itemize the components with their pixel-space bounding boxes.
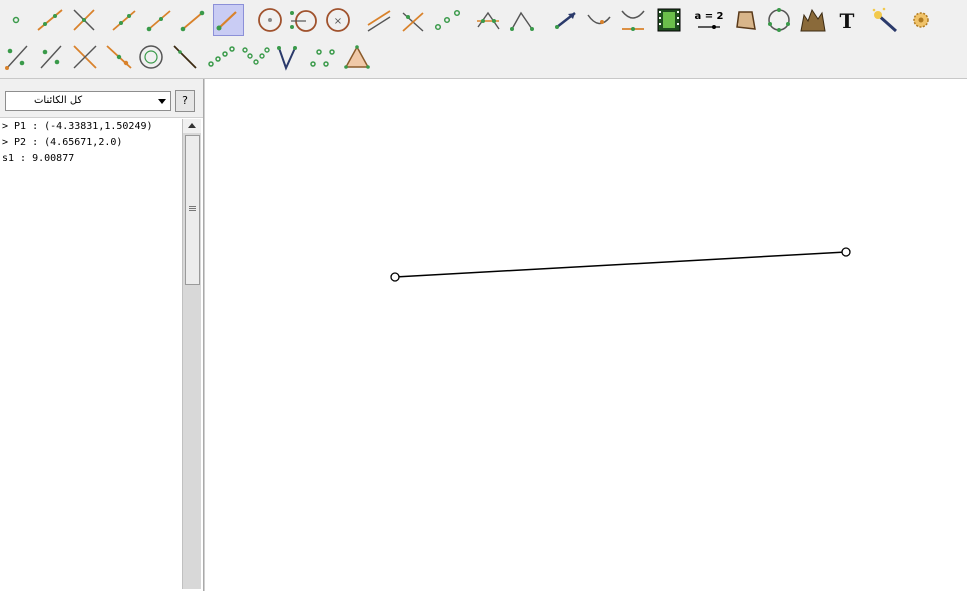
circle-center-radius-icon[interactable]: × bbox=[323, 5, 353, 35]
slider-tool-icon[interactable]: a = 2 bbox=[694, 5, 724, 35]
toolbar: × a = 2 T bbox=[0, 0, 967, 79]
magic-wand-icon[interactable] bbox=[870, 5, 900, 35]
vector-tool-icon[interactable] bbox=[178, 5, 208, 35]
fit-line-icon[interactable] bbox=[206, 42, 236, 72]
grip-icon bbox=[189, 206, 196, 207]
cross-lines-icon[interactable] bbox=[70, 42, 100, 72]
function-inspector-icon[interactable] bbox=[618, 5, 648, 35]
tangent-line-icon[interactable] bbox=[104, 42, 134, 72]
algebra-scrollbar[interactable] bbox=[182, 119, 201, 589]
polar-line-icon[interactable] bbox=[170, 42, 200, 72]
circle-compass-icon[interactable] bbox=[288, 5, 318, 35]
scrollbar-thumb[interactable] bbox=[185, 135, 200, 285]
svg-text:a = 2: a = 2 bbox=[694, 11, 723, 22]
polygon-tool-icon[interactable] bbox=[731, 5, 761, 35]
midpoint-icon[interactable] bbox=[432, 5, 462, 35]
relation-tool-icon[interactable] bbox=[307, 42, 337, 72]
animation-film-icon[interactable] bbox=[654, 5, 684, 35]
help-button[interactable]: ? bbox=[175, 90, 195, 112]
text-tool-icon[interactable]: T bbox=[832, 5, 862, 35]
svg-text:×: × bbox=[334, 16, 342, 27]
angle-tool-icon[interactable] bbox=[507, 5, 537, 35]
gear-icon[interactable] bbox=[906, 5, 936, 35]
circle-center-point-icon[interactable] bbox=[255, 5, 285, 35]
algebra-row-s1[interactable]: s1 : 9.00877 bbox=[0, 151, 182, 167]
intersect-icon[interactable] bbox=[473, 5, 503, 35]
move-graphics-icon[interactable] bbox=[551, 5, 581, 35]
locus-tool-icon[interactable] bbox=[798, 5, 828, 35]
scroll-up-arrow-icon[interactable] bbox=[183, 119, 201, 133]
reflect-point-icon[interactable] bbox=[2, 42, 32, 72]
algebra-row-p2[interactable]: > P2 : (4.65671,2.0) bbox=[0, 135, 182, 151]
angle-bisector-icon[interactable] bbox=[398, 5, 428, 35]
graphics-view[interactable] bbox=[204, 79, 967, 591]
locus-points-icon[interactable] bbox=[240, 42, 270, 72]
algebra-row-p1[interactable]: > P1 : (-4.33831,1.50249) bbox=[0, 119, 182, 135]
point-p2[interactable] bbox=[841, 247, 851, 257]
point-p1[interactable] bbox=[390, 272, 400, 282]
line-through-two-points-icon[interactable] bbox=[35, 5, 65, 35]
circle-through-points-icon[interactable] bbox=[764, 5, 794, 35]
segment-s1[interactable] bbox=[394, 251, 847, 278]
chevron-down-icon bbox=[158, 99, 166, 104]
conic-tool-icon[interactable] bbox=[584, 5, 614, 35]
perpendicular-line-icon[interactable] bbox=[69, 5, 99, 35]
object-filter-dropdown[interactable]: كل الكائنات bbox=[5, 91, 171, 111]
segment-given-length-icon[interactable] bbox=[213, 4, 244, 36]
reflect-line-icon[interactable] bbox=[36, 42, 66, 72]
ray-tool-icon[interactable] bbox=[144, 5, 174, 35]
algebra-panel: كل الكائنات ? > P1 : (-4.33831,1.50249) … bbox=[0, 79, 204, 591]
dilate-icon[interactable] bbox=[273, 42, 303, 72]
triangle-tool-icon[interactable] bbox=[342, 42, 372, 72]
parallel-line-icon[interactable] bbox=[364, 5, 394, 35]
filter-row: كل الكائنات ? bbox=[0, 79, 203, 118]
circle-tool-icon[interactable] bbox=[136, 42, 166, 72]
svg-text:T: T bbox=[840, 9, 855, 33]
point-tool-icon[interactable] bbox=[1, 5, 31, 35]
object-filter-value: كل الكائنات bbox=[34, 95, 83, 106]
segment-tool-icon[interactable] bbox=[109, 5, 139, 35]
algebra-view: > P1 : (-4.33831,1.50249) > P2 : (4.6567… bbox=[0, 119, 182, 589]
